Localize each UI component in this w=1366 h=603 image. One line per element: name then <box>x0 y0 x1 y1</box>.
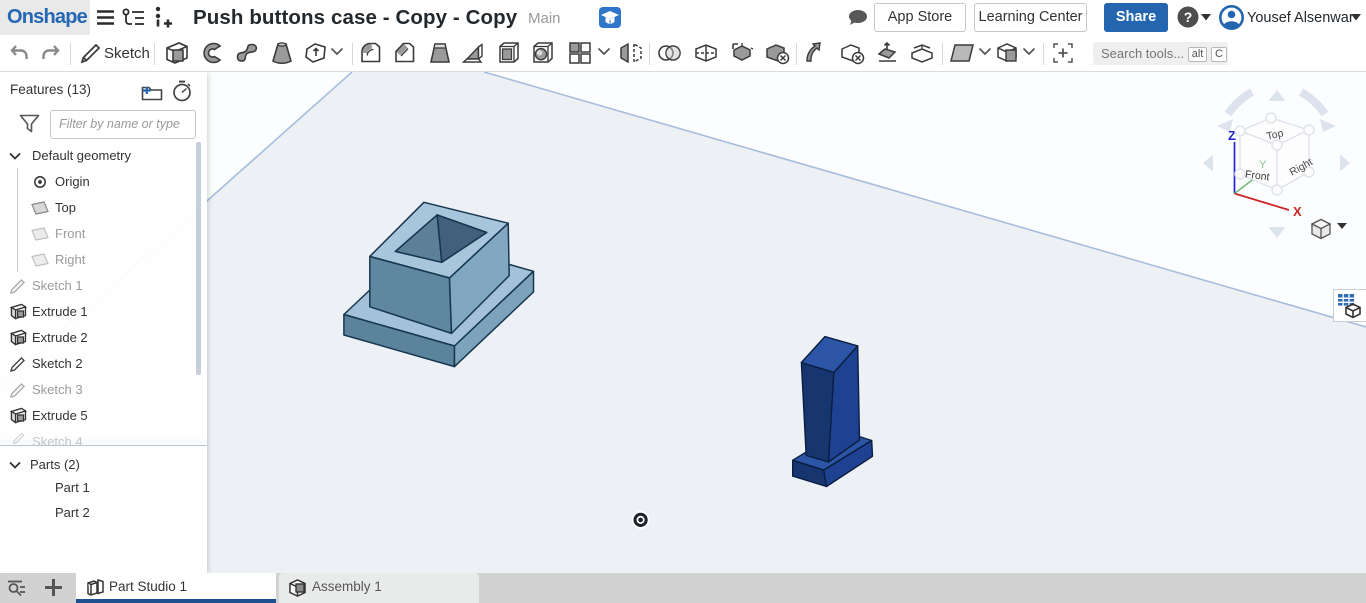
svg-text:Y: Y <box>1259 159 1267 171</box>
svg-text:?: ? <box>1184 9 1193 25</box>
svg-text:X: X <box>1293 204 1302 219</box>
